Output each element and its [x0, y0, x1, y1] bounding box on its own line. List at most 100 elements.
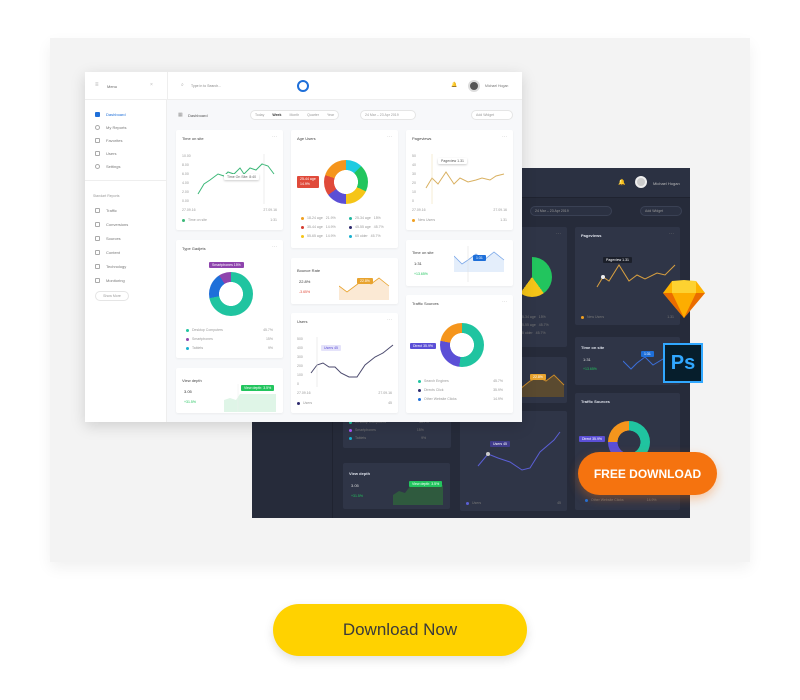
monitoring-icon	[95, 278, 100, 283]
period-selector: Today Week Month Quarter Year	[250, 110, 340, 120]
legend-value: 14.9%	[493, 397, 503, 401]
legend-value: 45.7%	[263, 328, 273, 332]
dark-gadget-legend-item: Smartphones 15%	[349, 428, 424, 432]
hamburger-icon[interactable]: ≡	[95, 82, 99, 88]
view-depth-value: 3.05	[351, 483, 359, 488]
x-start: 27.09.16	[297, 391, 311, 395]
chart-tooltip: 25-44 age 14.9%	[297, 176, 319, 188]
search-icon: ⌕	[181, 82, 184, 88]
sources-icon	[95, 236, 100, 241]
age-donut	[324, 160, 368, 204]
card-title: Time on site	[182, 136, 204, 141]
type-gadgets-card: Type Gadjets ··· Smartphones 15% Desktop…	[176, 240, 283, 358]
dark-users-card: Users 45 Users 45	[460, 411, 567, 511]
chart-tooltip: Pageview 1.31	[438, 158, 467, 164]
more-icon[interactable]: ···	[502, 299, 507, 305]
legend-item: 25-34 age 15%	[349, 216, 381, 220]
menu-label: Menu	[107, 84, 118, 89]
add-widget-button[interactable]: Add Widget	[471, 110, 513, 120]
legend-value: 1:31	[270, 218, 277, 222]
sidebar-item-technology[interactable]: Technology	[95, 264, 126, 269]
dark-users-chart	[477, 431, 561, 471]
bounce-rate-card: Bounce Rate 22.8% -3.65% 22.8%	[291, 258, 398, 304]
close-icon[interactable]: ×	[150, 82, 153, 88]
technology-icon	[95, 264, 100, 269]
card-title: Traffic Sources	[412, 301, 439, 306]
period-month[interactable]: Month	[285, 113, 303, 117]
more-icon[interactable]: ···	[387, 317, 392, 323]
card-title: View depth	[349, 471, 371, 476]
card-title: View depth	[182, 378, 202, 383]
download-now-button[interactable]: Download Now	[273, 604, 527, 656]
sidebar-item-my-reports[interactable]: My Reports	[95, 125, 126, 130]
legend-item: Desktop Computers	[186, 328, 223, 332]
dark-bounce-sparkline	[520, 374, 565, 397]
sidebar-item-content[interactable]: Content	[95, 250, 120, 255]
free-download-button[interactable]: FREE DOWNLOAD	[578, 452, 717, 495]
period-week[interactable]: Week	[268, 113, 285, 117]
time-on-site-small-card: Time on site 1:31 +13.65% 1:31	[406, 240, 513, 286]
chart-tooltip: 1:31	[473, 255, 486, 261]
period-today[interactable]: Today	[251, 113, 268, 117]
traffic-icon	[95, 208, 100, 213]
more-icon[interactable]: ···	[272, 244, 277, 250]
avatar[interactable]	[635, 176, 647, 188]
more-icon[interactable]: ···	[669, 231, 674, 237]
time-on-site-card: Time on site ··· 10.00 8.00 6.00 4.00 2.00 0.…	[176, 130, 283, 230]
sidebar-item-traffic[interactable]: Traffic	[95, 208, 117, 213]
legend-item: 45-55 age 45.7%	[349, 225, 384, 229]
period-year[interactable]: Year	[323, 113, 338, 117]
sidebar-item-sources[interactable]: Sources	[95, 236, 121, 241]
card-title: Age Users	[297, 136, 316, 141]
bell-icon[interactable]: 🔔	[618, 179, 625, 186]
card-title: Users	[297, 319, 308, 324]
sidebar-item-settings[interactable]: Settings	[95, 164, 120, 169]
more-icon[interactable]: ···	[556, 231, 561, 237]
legend-item: Time on site	[182, 218, 207, 222]
reports-icon	[95, 125, 100, 130]
traffic-donut	[440, 323, 484, 367]
chart-tooltip: Direct 35.9%	[410, 343, 437, 349]
avatar[interactable]	[468, 80, 480, 92]
card-title: Traffic Sources	[581, 399, 610, 404]
divider	[85, 180, 167, 181]
traffic-sources-card: Traffic Sources ··· Direct 35.9% Search …	[406, 295, 513, 413]
dark-add-widget-button[interactable]: Add Widget	[640, 206, 682, 216]
legend-item: 65 older 45.7%	[349, 234, 381, 238]
more-icon[interactable]: ···	[387, 134, 392, 140]
date-range-picker[interactable]: 24 Mar – 23 Apr 2019	[360, 110, 416, 120]
star-icon	[95, 138, 100, 143]
legend-item: Smartphones	[186, 337, 213, 341]
card-title: Pageviews	[581, 233, 602, 238]
search-input[interactable]: Type in to Search...	[191, 84, 221, 88]
sidebar-item-favorites[interactable]: Favorites	[95, 138, 122, 143]
time-change: +13.65%	[414, 272, 428, 276]
legend-value: 35.9%	[493, 388, 503, 392]
view-depth-value: 3.05	[184, 389, 192, 394]
y-axis: 500 400 300 200 100 0	[297, 337, 303, 386]
dark-bounce-tooltip: 22.8%	[530, 374, 546, 380]
bell-icon[interactable]: 🔔	[451, 82, 457, 88]
sidebar-item-conversions[interactable]: Conversions	[95, 222, 128, 227]
light-header: ≡ Menu × ⌕ Type in to Search... 🔔 Michae…	[85, 72, 522, 100]
sidebar-item-users[interactable]: Users	[95, 151, 116, 156]
y-axis: 50 40 30 20 10 0	[412, 154, 416, 203]
dark-date-range[interactable]: 24 Mar – 23 Apr 2019	[530, 206, 612, 216]
gear-icon	[95, 164, 100, 169]
chart-tooltip: Smartphones 15%	[209, 262, 244, 268]
dark-users-legend: Users	[466, 501, 481, 505]
sidebar-item-dashboard[interactable]: Dashboard	[95, 112, 126, 117]
chart-tooltip: Users 45	[321, 345, 342, 351]
more-icon[interactable]: ···	[272, 134, 277, 140]
user-name: Michael Hogan	[485, 84, 509, 88]
period-quarter[interactable]: Quarter	[303, 113, 323, 117]
legend-item: Directs Click	[418, 388, 443, 392]
dark-pageviews-tooltip: Pageview 1.31	[603, 257, 632, 263]
view-depth-change: +31.5%	[184, 400, 196, 404]
sidebar-item-monitoring[interactable]: Monitoring	[95, 278, 125, 283]
users-card: Users ··· 500 400 300 200 100 0 Users 45 27.0…	[291, 313, 398, 413]
show-more-button[interactable]: Show More	[95, 291, 129, 301]
divider	[167, 72, 168, 100]
time-sparkline	[454, 246, 505, 282]
more-icon[interactable]: ···	[502, 134, 507, 140]
